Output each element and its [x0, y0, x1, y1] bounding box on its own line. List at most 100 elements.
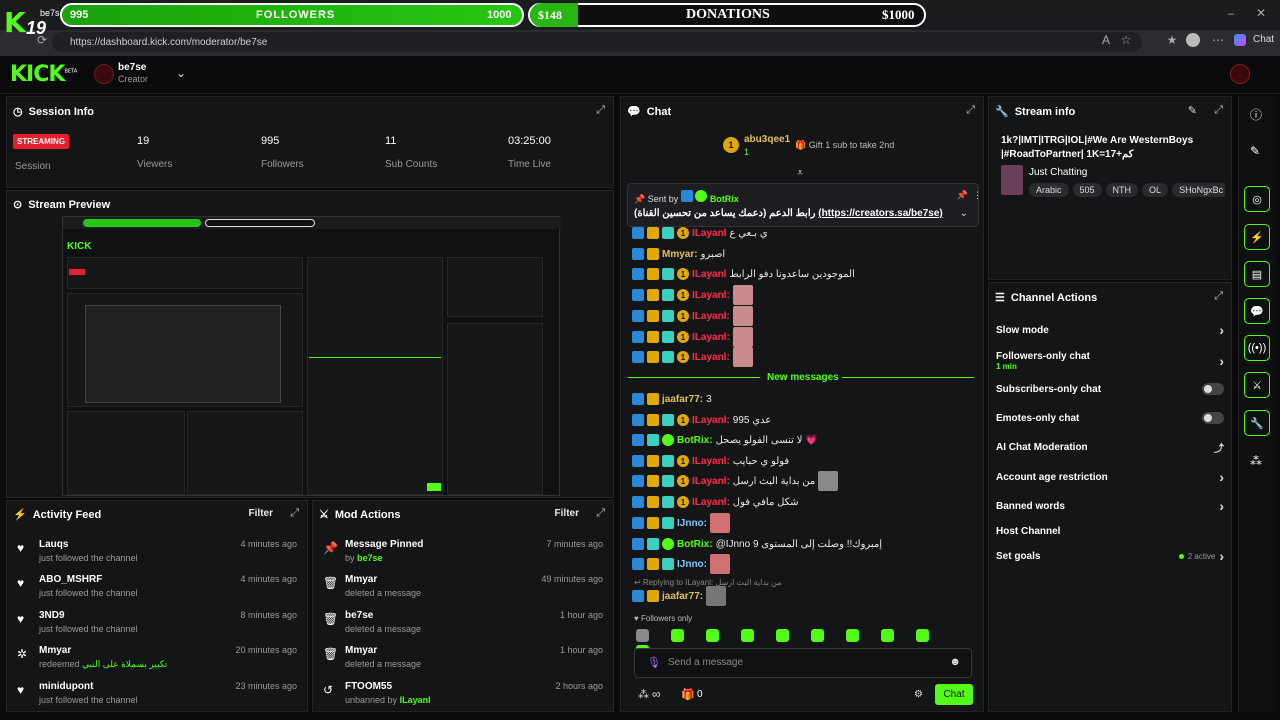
pinned-link[interactable]: (https://creators.sa/be7se) — [818, 208, 943, 219]
favorite-icon[interactable]: ☆ — [1118, 32, 1134, 48]
subscribers-only-action[interactable]: Subscribers-only chat — [996, 379, 1224, 399]
chat-username[interactable]: jaafar77: — [662, 394, 703, 405]
chat-username[interactable]: IJnno: — [677, 559, 707, 570]
expand-icon[interactable]: ⤢ — [966, 104, 975, 117]
chat-message[interactable]: 1 ILayanl: — [632, 347, 753, 367]
activity-user[interactable]: minidupont — [39, 681, 93, 692]
emote-slot[interactable] — [916, 629, 929, 642]
chat-message[interactable]: 1 ILayanl: شكل مافي فول — [632, 493, 799, 511]
category-thumbnail[interactable] — [1001, 165, 1023, 195]
collapse-icon[interactable]: ⩡ — [797, 167, 803, 180]
chat-username[interactable]: ILayanl: — [692, 456, 730, 467]
more-menu-icon[interactable]: ⋯ — [1210, 32, 1226, 48]
minimize-icon[interactable]: – — [1228, 8, 1234, 20]
chat-message[interactable]: 1 ILayanl ي بـعي ع — [632, 224, 768, 242]
chat-message[interactable]: IJnno: — [632, 554, 730, 574]
activity-widget-icon[interactable]: ⚡ — [1244, 224, 1270, 250]
edit-icon[interactable]: ✎ — [1250, 144, 1260, 158]
chat-username[interactable]: ILayanl: — [692, 332, 730, 343]
expand-icon[interactable]: ⤢ — [1214, 104, 1223, 117]
broadcast-widget-icon[interactable]: ((•)) — [1244, 335, 1270, 361]
gift-prompt[interactable]: 🎁 Gift 1 sub to take 2nd — [795, 140, 894, 151]
chat-username[interactable]: ILayanl: — [692, 311, 730, 322]
notes-widget-icon[interactable]: ▤ — [1244, 261, 1270, 287]
chat-username[interactable]: ILayanl — [692, 228, 726, 239]
emote-slot[interactable] — [846, 629, 859, 642]
chat-username[interactable]: Mmyar: — [662, 249, 698, 260]
chat-username[interactable]: ILayanl: — [692, 476, 730, 487]
activity-user[interactable]: Lauqs — [39, 539, 68, 550]
chat-username[interactable]: ILayanl: — [692, 290, 730, 301]
mod-filter-button[interactable]: Filter — [555, 508, 579, 519]
chat-message[interactable]: Mmyar: اصبرو — [632, 245, 725, 263]
chat-message[interactable]: IJnno: — [632, 513, 730, 533]
expand-icon[interactable]: ⤢ — [596, 104, 605, 117]
points-icon[interactable]: ⁂ — [638, 688, 649, 701]
chat-username[interactable]: BotRix: — [677, 435, 713, 446]
emote-slot[interactable] — [671, 629, 684, 642]
activity-user[interactable]: ABO_MSHRF — [39, 574, 102, 585]
top-gifter-name[interactable]: abu3qee1 — [744, 134, 790, 145]
chat-widget-icon[interactable]: 💬 — [1244, 298, 1270, 324]
activity-filter-button[interactable]: Filter — [249, 508, 273, 519]
chat-message[interactable]: jaafar77: 3 — [632, 390, 712, 408]
emoji-icon[interactable]: ☻ — [949, 656, 961, 668]
mod-actor[interactable]: be7se — [357, 553, 383, 563]
mod-actor[interactable]: ILayanl — [400, 695, 431, 705]
emote-slot[interactable] — [776, 629, 789, 642]
expand-icon[interactable]: ⤢ — [596, 507, 605, 520]
chat-username[interactable]: IJnno: — [677, 518, 707, 529]
mod-item-title[interactable]: FTOOM55 — [345, 681, 392, 692]
stream-category[interactable]: Just Chatting — [1029, 167, 1087, 178]
activity-user[interactable]: Mmyar — [39, 645, 71, 656]
chat-username[interactable]: ILayanl: — [692, 415, 730, 426]
channel-switcher-chevron-icon[interactable]: ⌄ — [176, 66, 186, 80]
info-icon[interactable]: ⓘ — [1250, 106, 1262, 123]
microphone-icon[interactable]: 🎙 — [647, 656, 661, 669]
stream-preview-video[interactable]: KICK — [62, 216, 561, 496]
chat-message[interactable]: BotRix: لا تنسى الفولو يصحل 💗 — [632, 431, 818, 449]
emote-quickbar[interactable] — [636, 629, 976, 658]
close-icon[interactable]: ✕ — [1256, 6, 1266, 20]
user-avatar[interactable] — [1230, 64, 1250, 84]
chat-username[interactable]: jaafar77: — [662, 591, 703, 602]
subscribers-only-toggle[interactable] — [1202, 383, 1224, 395]
chat-username[interactable]: ILayanl: — [692, 497, 730, 508]
chat-message[interactable]: BotRix: @IJnno 9 إمبروك!! وصلت إلى المستو… — [632, 535, 882, 553]
expand-icon[interactable]: ⤢ — [1214, 290, 1223, 303]
chat-message[interactable]: jaafar77: — [632, 586, 727, 606]
read-aloud-icon[interactable]: A — [1098, 32, 1114, 48]
tools-widget-icon[interactable]: 🔧 — [1244, 410, 1270, 436]
emote-slot[interactable] — [706, 629, 719, 642]
chat-message[interactable]: 1 ILayanl الموجودين ساعدونا دفو الرابط — [632, 265, 855, 283]
chat-message[interactable]: 1 ILayanl: فولو ي حبايب — [632, 452, 789, 470]
mod-item-title[interactable]: Mmyar — [345, 645, 377, 656]
mod-item-title[interactable]: be7se — [345, 610, 373, 621]
host-channel-action[interactable]: Host Channel — [996, 521, 1224, 541]
mod-item-title[interactable]: Mmyar — [345, 574, 377, 585]
copilot-icon[interactable] — [1234, 34, 1246, 46]
banned-words-action[interactable]: Banned words › — [996, 496, 1224, 516]
more-widgets-icon[interactable]: ⁂ — [1250, 454, 1262, 468]
set-goals-action[interactable]: Set goals 2 active › — [996, 546, 1224, 566]
activity-user[interactable]: 3ND9 — [39, 610, 65, 621]
profile-avatar[interactable] — [1186, 33, 1200, 47]
url-input[interactable]: https://dashboard.kick.com/moderator/be7… — [52, 32, 1142, 52]
chat-message[interactable]: 1 ILayanl: 995 عدي — [632, 411, 771, 429]
send-chat-button[interactable]: Chat — [935, 684, 973, 705]
expand-icon[interactable]: ⤢ — [290, 507, 299, 520]
ai-moderation-action[interactable]: AI Chat Moderation ⤴ — [996, 437, 1224, 457]
chat-message[interactable]: 1 ILayanl: من بداية البث ارسل — [632, 471, 839, 491]
pinned-more-icon[interactable]: ⋮ — [973, 190, 982, 201]
chat-message[interactable]: 1 ILayanl: — [632, 285, 753, 305]
account-age-action[interactable]: Account age restriction › — [996, 467, 1224, 487]
chat-username[interactable]: ILayanl: — [692, 352, 730, 363]
chat-username[interactable]: BotRix: — [677, 539, 713, 550]
emotes-only-toggle[interactable] — [1202, 412, 1224, 424]
edit-pencil-icon[interactable]: ✎ — [1188, 104, 1197, 117]
chat-message[interactable]: 1 ILayanl: — [632, 327, 753, 347]
emote-slot[interactable] — [741, 629, 754, 642]
emotes-only-action[interactable]: Emotes-only chat — [996, 408, 1224, 428]
emote-slot[interactable] — [811, 629, 824, 642]
chat-input[interactable]: 🎙 Send a message ☻ — [634, 648, 972, 678]
